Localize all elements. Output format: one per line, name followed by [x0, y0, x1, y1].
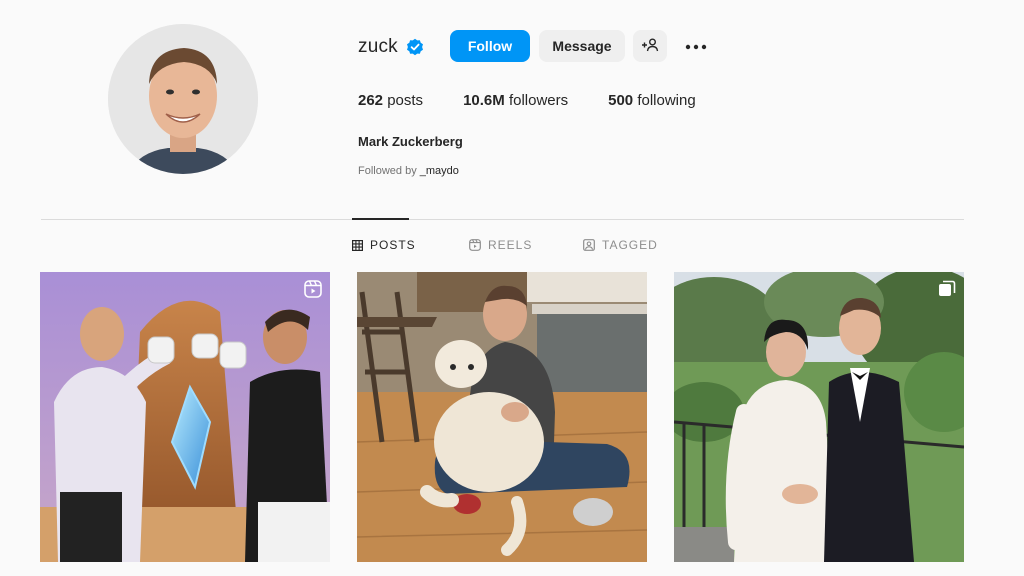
followers-link[interactable]: 10.6M followers	[463, 92, 568, 109]
message-button[interactable]: Message	[539, 30, 625, 62]
grid-icon	[352, 239, 363, 251]
post-thumbnail[interactable]	[40, 272, 330, 562]
followed-by-prefix: Followed by	[358, 165, 417, 177]
posts-count: 262 posts	[358, 92, 423, 109]
more-horizontal-icon	[685, 37, 707, 55]
username-row: zuck	[358, 30, 424, 64]
post-thumbnail[interactable]	[357, 272, 647, 562]
avatar-image	[108, 24, 258, 174]
post-thumbnail[interactable]	[674, 272, 964, 562]
reels-icon	[304, 280, 322, 298]
more-options-button[interactable]	[681, 30, 711, 62]
post-image	[357, 272, 647, 562]
profile-page: zuck Follow Message 262 posts 10.6M foll…	[0, 0, 1024, 576]
username: zuck	[358, 36, 398, 57]
tab-tagged-label: TAGGED	[602, 238, 658, 252]
tab-posts-label: POSTS	[370, 238, 416, 252]
followers-count-value: 10.6M	[463, 92, 505, 109]
following-link[interactable]: 500 following	[608, 92, 696, 109]
profile-stats: 262 posts 10.6M followers 500 following	[358, 92, 736, 109]
add-person-icon	[641, 38, 659, 55]
full-name: Mark Zuckerberg	[358, 134, 463, 149]
following-count-label: following	[637, 92, 696, 109]
tab-tagged[interactable]: TAGGED	[583, 238, 658, 252]
follow-button[interactable]: Follow	[450, 30, 530, 62]
posts-count-label: posts	[387, 92, 424, 109]
post-image	[40, 272, 330, 562]
reels-icon	[469, 239, 481, 251]
followed-by-user[interactable]: _maydo	[420, 165, 459, 177]
active-tab-indicator	[352, 218, 409, 220]
post-image	[674, 272, 964, 562]
followed-by[interactable]: Followed by _maydo	[358, 165, 459, 177]
divider	[41, 219, 964, 220]
suggest-similar-button[interactable]	[633, 30, 667, 62]
tagged-icon	[583, 239, 595, 251]
verified-badge-icon	[406, 38, 424, 56]
carousel-icon	[938, 280, 956, 298]
tab-reels[interactable]: REELS	[469, 238, 532, 252]
avatar[interactable]	[108, 24, 258, 174]
posts-count-value: 262	[358, 92, 384, 109]
tab-posts[interactable]: POSTS	[352, 238, 416, 252]
followers-count-label: followers	[508, 92, 569, 109]
tab-reels-label: REELS	[488, 238, 533, 252]
following-count-value: 500	[608, 92, 634, 109]
